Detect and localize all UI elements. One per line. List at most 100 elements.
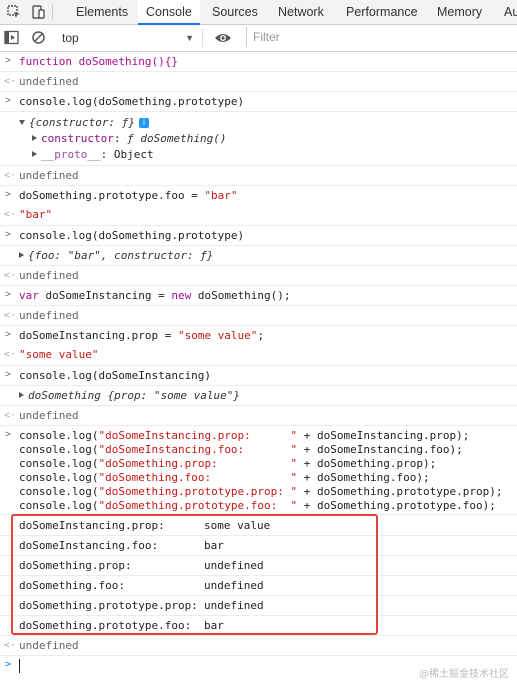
object-class-name: doSomething: [28, 389, 101, 402]
devtools-tab-bar: Elements Console Sources Network Perform…: [0, 0, 517, 25]
device-toolbar-icon[interactable]: [30, 4, 46, 20]
code-text: + doSomething.prop);: [297, 457, 437, 470]
string-literal: "doSomething.prototype.prop: ": [98, 485, 298, 498]
console-entry: > var doSomeInstancing = new doSomething…: [0, 286, 517, 306]
result-text: "some value": [19, 348, 99, 361]
string-literal: "some value": [177, 329, 258, 342]
return-arrow-icon: <·: [4, 410, 17, 421]
code-text: + doSomething.foo);: [297, 471, 430, 484]
code-text: + doSomeInstancing.prop);: [297, 429, 470, 442]
object-summary: }: [233, 389, 240, 402]
string-literal: "doSomeInstancing.prop: ": [98, 429, 298, 442]
filter-input[interactable]: Filter: [246, 27, 517, 47]
input-prompt-icon: >: [5, 369, 12, 380]
input-line: function doSomething(){}: [19, 55, 178, 68]
input-line: console.log("doSomething.prototype.prop:…: [19, 485, 502, 498]
console-entry: > function doSomething(){}: [0, 52, 517, 72]
collapsed-triangle-icon: [19, 252, 24, 258]
keyword: var: [19, 289, 39, 302]
object-property[interactable]: constructor: ƒ doSomething(): [32, 132, 226, 145]
result-text: undefined: [19, 269, 79, 282]
result-text: undefined: [19, 309, 79, 322]
code-text: + doSomeInstancing.foo);: [297, 443, 463, 456]
code-text: function doSomething(){}: [19, 55, 178, 68]
code-text: ;: [257, 329, 265, 342]
code-text: console.log(: [19, 471, 99, 484]
code-text: doSomething();: [191, 289, 291, 302]
object-summary: {constructor: ƒ}: [29, 116, 135, 129]
return-arrow-icon: <·: [4, 640, 17, 651]
console-entry: doSomething {prop: "some value"}: [0, 386, 517, 406]
property-key: constructor: [41, 132, 114, 145]
console-toolbar: top ▼ Filter: [0, 25, 517, 52]
return-arrow-icon: <·: [4, 349, 17, 360]
input-prompt-icon: >: [5, 55, 12, 66]
input-line: console.log(doSomething.prototype): [19, 95, 245, 108]
input-prompt-icon: >: [5, 289, 12, 300]
console-entry: <· undefined: [0, 72, 517, 92]
input-line: console.log("doSomething.prop: " + doSom…: [19, 457, 436, 470]
object-expander[interactable]: {constructor: ƒ} i: [19, 116, 149, 129]
result-text: undefined: [19, 639, 79, 652]
return-arrow-icon: <·: [4, 270, 17, 281]
return-arrow-icon: <·: [4, 76, 17, 87]
string-literal: "bar": [204, 189, 238, 202]
inspect-element-icon[interactable]: [6, 4, 22, 20]
return-arrow-icon: <·: [4, 170, 17, 181]
code-text: + doSomething.prototype.foo);: [297, 499, 496, 512]
input-prompt-icon: >: [5, 659, 12, 670]
object-expander[interactable]: doSomething {prop: "some value"}: [19, 389, 240, 402]
watermark: @稀土掘金技术社区: [419, 669, 509, 680]
input-line: console.log(doSomeInstancing): [19, 369, 212, 382]
string-literal: "doSomething.foo: ": [98, 471, 298, 484]
input-prompt-icon: >: [5, 95, 12, 106]
tab-audits[interactable]: Au: [504, 0, 517, 24]
collapsed-triangle-icon: [19, 392, 24, 398]
console-entry: {constructor: ƒ} i constructor: ƒ doSomet…: [0, 112, 517, 166]
clear-console-icon[interactable]: [31, 30, 46, 45]
code-text: doSomething.prototype.foo =: [19, 189, 205, 202]
sidebar-toggle-icon[interactable]: [4, 30, 19, 45]
tab-elements[interactable]: Elements: [76, 0, 128, 24]
input-line: var doSomeInstancing = new doSomething()…: [19, 289, 291, 302]
dropdown-arrow-icon: ▼: [185, 33, 194, 43]
object-expander[interactable]: {foo: "bar", constructor: ƒ}: [19, 249, 213, 262]
tab-network[interactable]: Network: [278, 0, 324, 24]
string-literal: "doSomething.prototype.foo: ": [98, 499, 298, 512]
expanded-triangle-icon: [19, 120, 25, 125]
console-entry: > console.log(doSomething.prototype): [0, 226, 517, 246]
code-text: doSomeInstancing =: [38, 289, 172, 302]
console-entry: <· undefined: [0, 266, 517, 286]
property-value: ƒ doSomething(): [127, 132, 227, 145]
result-text: undefined: [19, 75, 79, 88]
input-line: doSomething.prototype.foo = "bar": [19, 189, 238, 202]
console-entry: {foo: "bar", constructor: ƒ}: [0, 246, 517, 266]
console-entry: > doSomeInstancing.prop = "some value"; …: [0, 326, 517, 366]
code-text: console.log(: [19, 457, 99, 470]
result-text: undefined: [19, 409, 79, 422]
console-entry: > console.log("doSomeInstancing.prop: " …: [0, 426, 517, 515]
info-icon: i: [138, 118, 149, 128]
return-arrow-icon: <·: [4, 209, 17, 220]
code-text: console.log(: [19, 485, 99, 498]
input-line: console.log("doSomething.foo: " + doSome…: [19, 471, 430, 484]
console-entry: > console.log(doSomething.prototype): [0, 92, 517, 112]
object-summary: {foo: "bar", constructor: ƒ}: [28, 249, 214, 262]
console-entry: <· undefined: [0, 636, 517, 656]
console-entry: <· undefined: [0, 306, 517, 326]
toolbar-divider: [52, 4, 53, 20]
code-text: doSomeInstancing.prop =: [19, 329, 178, 342]
console-entry: <· undefined: [0, 406, 517, 426]
context-selector[interactable]: top ▼: [62, 29, 203, 47]
tab-memory[interactable]: Memory: [437, 0, 482, 24]
highlight-box: [11, 514, 378, 635]
return-arrow-icon: <·: [4, 310, 17, 321]
live-expression-eye-icon[interactable]: [214, 31, 232, 45]
input-prompt-icon: >: [5, 229, 12, 240]
object-property[interactable]: __proto__: Object: [32, 148, 154, 161]
tab-console[interactable]: Console: [138, 0, 200, 25]
code-text: console.log(: [19, 443, 99, 456]
tab-sources[interactable]: Sources: [212, 0, 258, 24]
input-prompt-icon: >: [5, 429, 12, 440]
tab-performance[interactable]: Performance: [346, 0, 418, 24]
